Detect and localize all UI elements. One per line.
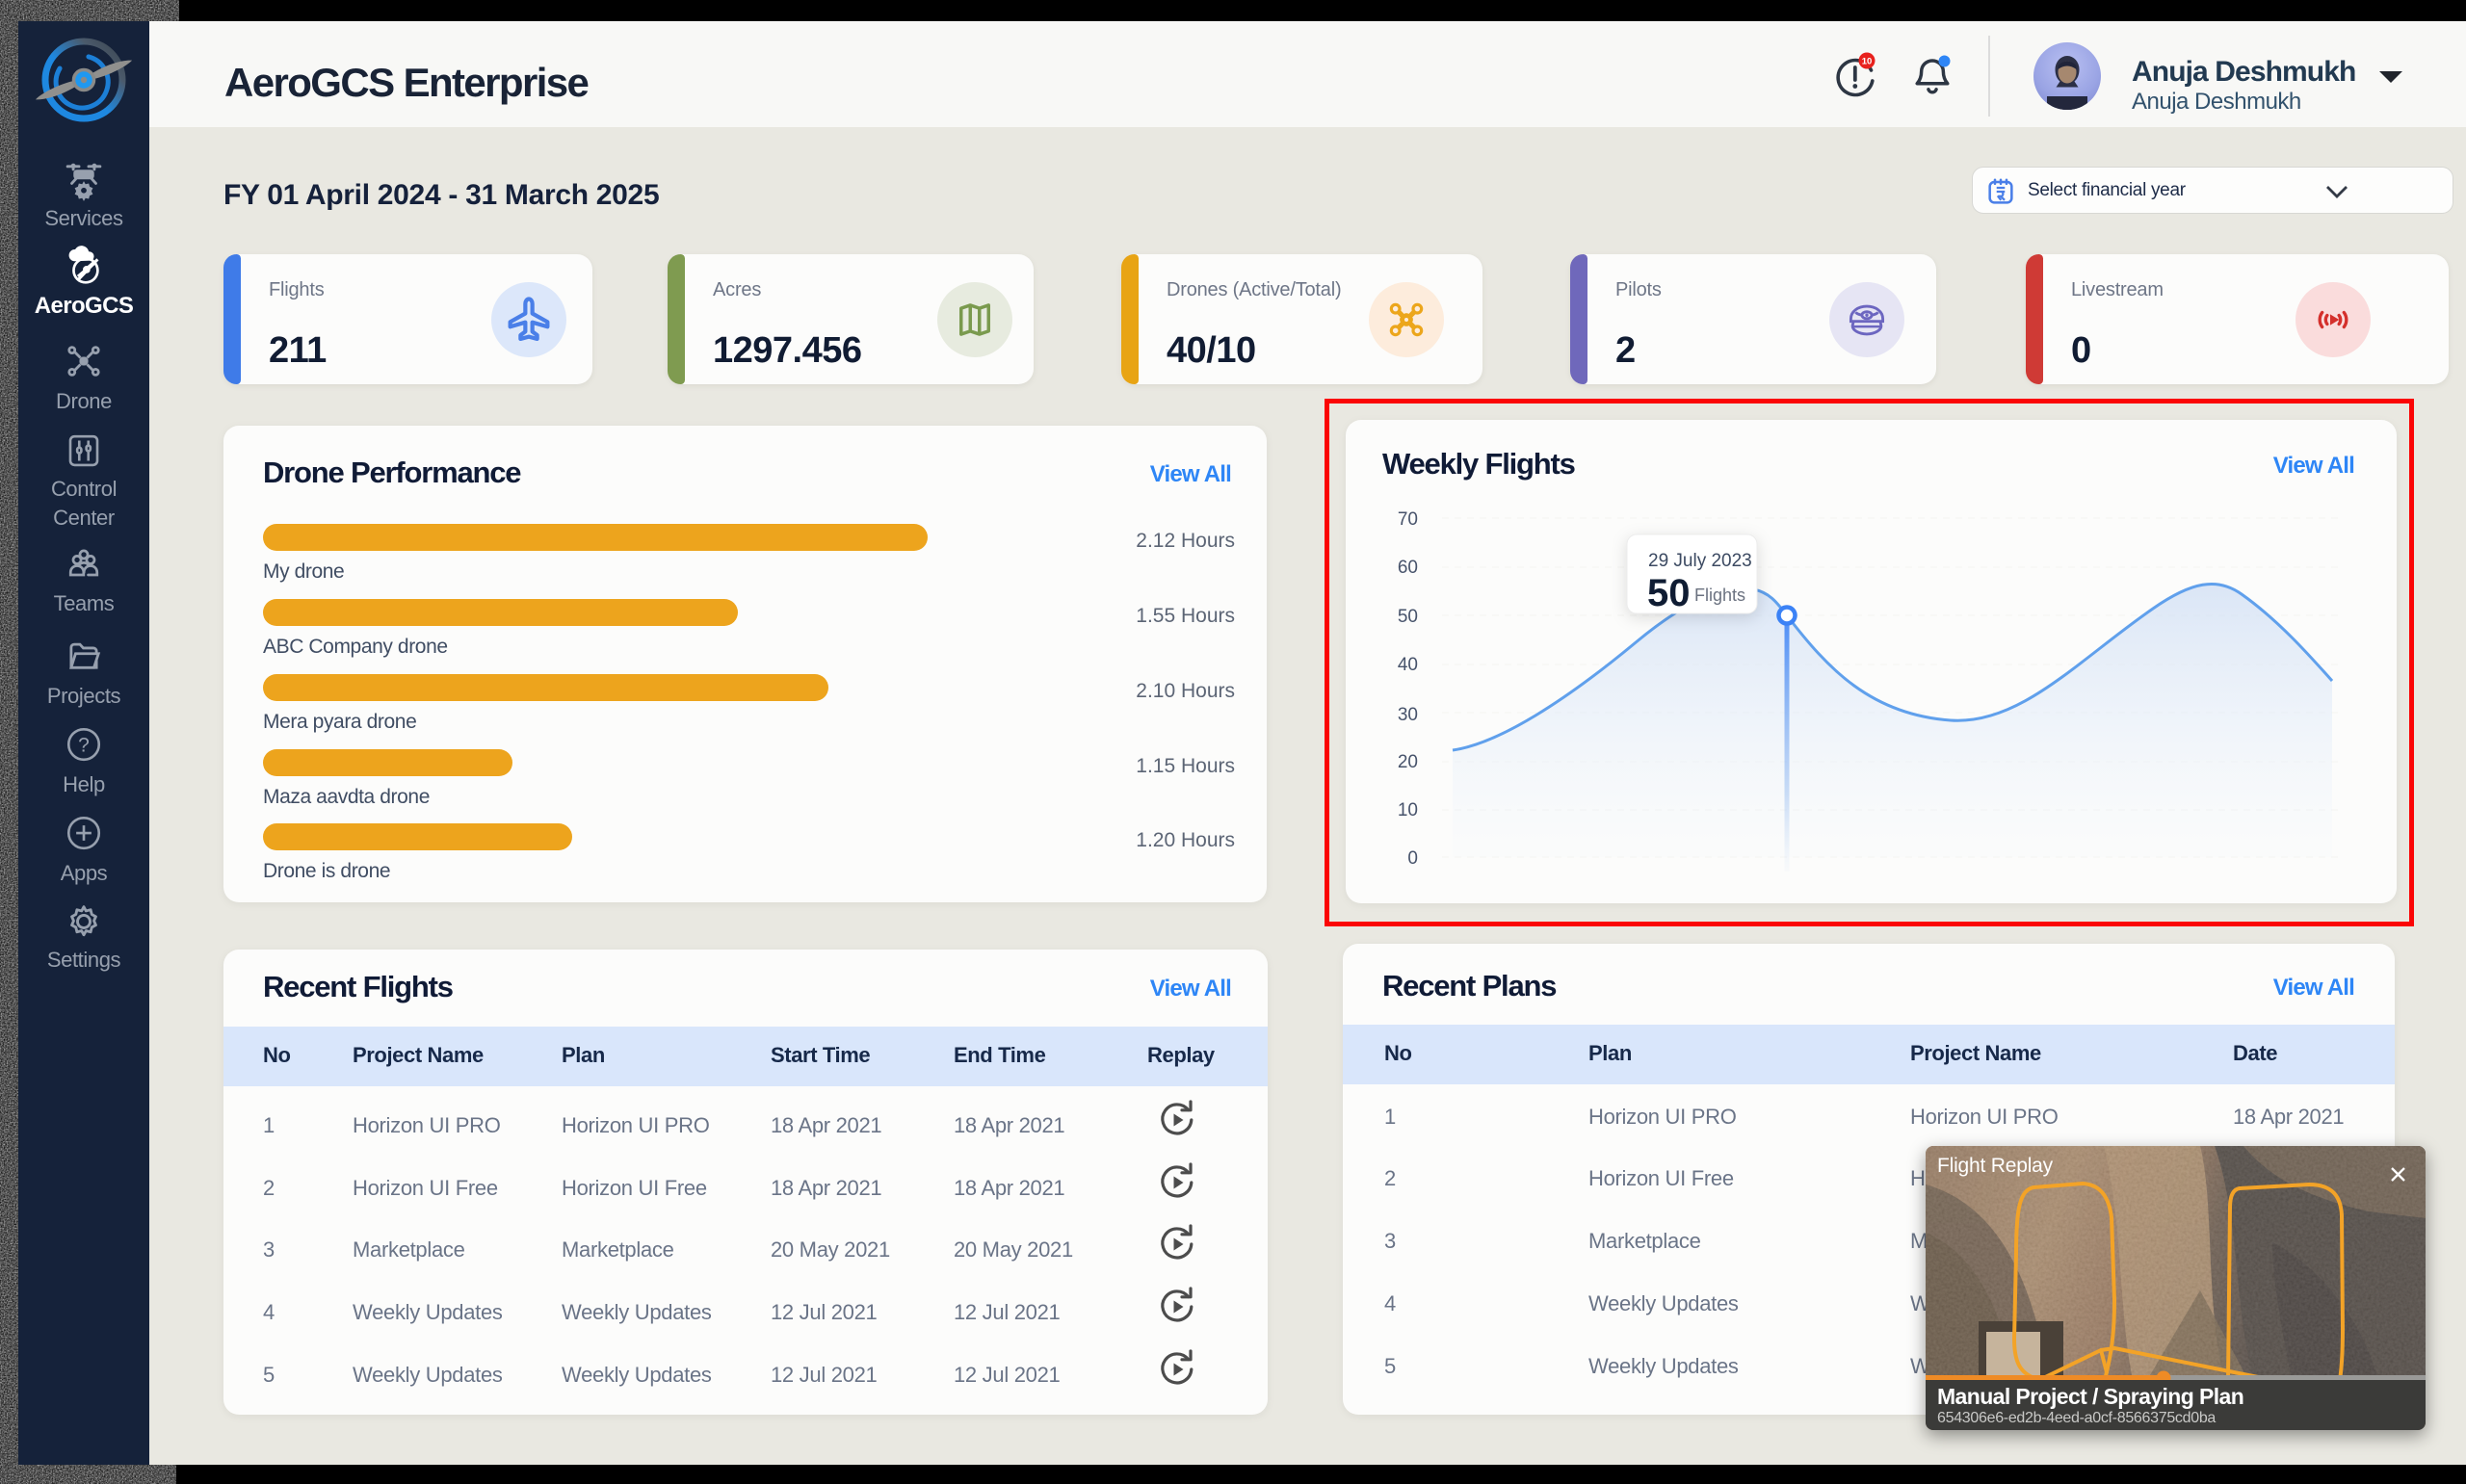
svg-text:10: 10 xyxy=(1862,57,1873,67)
svg-text:?: ? xyxy=(78,735,90,757)
